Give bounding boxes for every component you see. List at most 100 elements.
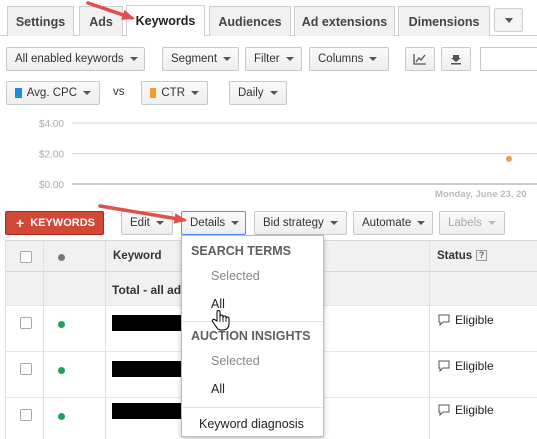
status-column-header[interactable]: Status? — [437, 250, 488, 262]
tab-label: Dimensions — [408, 14, 480, 29]
status-cell: Eligible — [438, 403, 494, 417]
details-dropdown-menu: SEARCH TERMS Selected All AUCTION INSIGH… — [181, 235, 324, 437]
chevron-down-icon — [191, 91, 199, 95]
row-checkbox[interactable] — [20, 363, 32, 375]
tab-bar: Settings Ads Keywords Audiences Ad exten… — [0, 0, 537, 36]
column-divider — [43, 240, 44, 439]
tab-dimensions[interactable]: Dimensions — [398, 6, 490, 36]
y-tick-label: $0.00 — [39, 180, 64, 191]
button-label: Bid strategy — [263, 217, 324, 229]
tab-settings[interactable]: Settings — [7, 6, 74, 36]
metric-1-select[interactable]: Avg. CPC — [6, 81, 100, 105]
download-button[interactable] — [441, 47, 471, 71]
chevron-down-icon — [369, 57, 378, 61]
x-axis-date-label: Monday, June 23, 20 — [435, 189, 527, 200]
tab-ads[interactable]: Ads — [79, 6, 123, 36]
chevron-down-icon — [231, 221, 240, 225]
plus-icon: + — [16, 215, 25, 231]
enabled-status-dot-icon — [58, 413, 65, 420]
tab-audiences[interactable]: Audiences — [209, 6, 291, 36]
chevron-down-icon — [417, 221, 426, 225]
metric-2-color-swatch — [150, 88, 157, 98]
redacted-keyword — [112, 315, 182, 331]
automate-button[interactable]: Automate — [353, 211, 433, 235]
enabled-status-dot-icon — [58, 367, 65, 374]
toggle-chart-button[interactable] — [405, 47, 435, 71]
button-label: Automate — [362, 217, 412, 229]
download-icon — [451, 55, 461, 65]
chevron-down-icon — [504, 17, 513, 23]
menu-divider — [182, 321, 323, 322]
metric-1-label: Avg. CPC — [26, 87, 77, 99]
performance-chart[interactable]: $4.00 $2.00 $0.00 Monday, June 23, 20 — [0, 112, 537, 202]
enabled-status-dot-icon — [58, 321, 65, 328]
segment-button[interactable]: Segment — [162, 47, 239, 71]
button-label: Edit — [130, 217, 150, 229]
row-checkbox[interactable] — [20, 409, 32, 421]
speech-bubble-icon[interactable] — [438, 314, 450, 326]
button-label: Details — [190, 217, 226, 229]
tab-label: Audiences — [218, 14, 282, 29]
total-label: Total - all ad — [112, 283, 182, 297]
speech-bubble-icon[interactable] — [438, 404, 450, 416]
chart-svg: $4.00 $2.00 $0.00 Monday, June 23, 20 — [39, 119, 537, 200]
button-label: Filter — [254, 53, 280, 65]
y-tick-label: $2.00 — [39, 150, 64, 161]
keyword-column-header[interactable]: Keyword — [113, 250, 162, 262]
row-checkbox[interactable] — [20, 317, 32, 329]
search-terms-section-title: SEARCH TERMS — [191, 244, 292, 258]
help-icon[interactable]: ? — [476, 250, 488, 261]
tab-label: Ads — [89, 14, 113, 29]
more-tabs-button[interactable] — [494, 8, 523, 32]
chevron-down-icon — [487, 221, 496, 225]
select-all-checkbox[interactable] — [20, 251, 32, 263]
auction-insights-all-item[interactable]: All — [211, 382, 225, 396]
metric-2-label: CTR — [161, 87, 185, 99]
speech-bubble-icon[interactable] — [438, 360, 450, 372]
chevron-down-icon — [83, 91, 91, 95]
tab-label: Settings — [15, 14, 66, 29]
button-label: KEYWORDS — [30, 217, 95, 229]
tab-keywords[interactable]: Keywords — [126, 5, 205, 36]
status-text: Eligible — [455, 313, 494, 327]
hand-cursor-icon — [211, 310, 230, 331]
edit-button[interactable]: Edit — [121, 211, 173, 235]
column-divider — [105, 240, 106, 439]
menu-divider — [182, 407, 323, 408]
data-point — [505, 155, 512, 162]
button-label: Labels — [448, 217, 482, 229]
line-chart-icon — [413, 54, 426, 65]
search-terms-selected-item[interactable]: Selected — [211, 269, 260, 283]
button-label: Segment — [171, 53, 218, 65]
chevron-down-icon — [329, 221, 338, 225]
auction-insights-section-title: AUCTION INSIGHTS — [191, 329, 311, 343]
status-dot-header-icon — [58, 254, 65, 261]
details-button[interactable]: Details — [181, 211, 246, 235]
chevron-down-icon — [129, 57, 138, 61]
interval-select[interactable]: Daily — [229, 81, 287, 105]
metric-1-color-swatch — [15, 88, 22, 98]
status-cell: Eligible — [438, 359, 494, 373]
vs-label: vs — [113, 86, 125, 98]
bid-strategy-button[interactable]: Bid strategy — [254, 211, 347, 235]
status-text: Eligible — [455, 403, 494, 417]
columns-button[interactable]: Columns — [309, 47, 389, 71]
y-tick-label: $4.00 — [39, 119, 64, 130]
search-input[interactable] — [480, 47, 537, 71]
keyword-filter-select[interactable]: All enabled keywords — [6, 47, 145, 71]
status-cell: Eligible — [438, 313, 494, 327]
keyword-diagnosis-item[interactable]: Keyword diagnosis — [199, 417, 304, 431]
button-label: Columns — [318, 53, 364, 65]
interval-label: Daily — [238, 87, 264, 99]
add-keywords-button[interactable]: + KEYWORDS — [5, 211, 104, 235]
tab-ad-extensions[interactable]: Ad extensions — [294, 6, 395, 36]
redacted-keyword — [112, 403, 182, 419]
auction-insights-selected-item[interactable]: Selected — [211, 354, 260, 368]
column-divider — [429, 240, 430, 439]
filter-button[interactable]: Filter — [245, 47, 302, 71]
status-text: Eligible — [455, 359, 494, 373]
chevron-down-icon — [155, 221, 164, 225]
metric-2-select[interactable]: CTR — [141, 81, 208, 105]
labels-button[interactable]: Labels — [439, 211, 505, 235]
select-label: All enabled keywords — [15, 53, 124, 65]
